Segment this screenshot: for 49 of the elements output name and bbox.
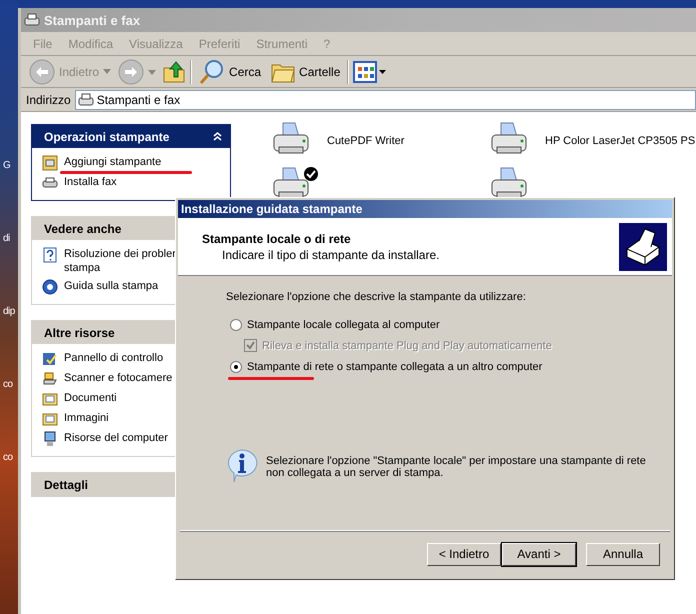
dialog-button[interactable]: Annulla (586, 542, 660, 566)
folder-up-icon[interactable] (162, 60, 186, 84)
radio-button[interactable] (230, 360, 242, 372)
task-link[interactable]: Documenti (42, 391, 226, 407)
folders-button[interactable]: Cartelle (268, 58, 344, 86)
printer-name[interactable]: HP Color LaserJet CP3505 PS (545, 134, 696, 146)
printer-icon (619, 222, 667, 270)
collapse-icon[interactable] (213, 132, 222, 141)
task-pane-title: Vedere anche (44, 222, 122, 236)
printer-name[interactable]: CutePDF Writer (327, 134, 404, 146)
info-text: Selezionare l'opzione "Stampante locale" per impostare una stampante di rete non collegata a un server di stampa. (266, 454, 647, 479)
task-link[interactable]: Pannello di controllo (42, 351, 226, 367)
prompt-text: Selezionare l'opzione che descrive la stampante da utilizzare: (226, 291, 527, 303)
dialog-title: Installazione guidata stampante (181, 202, 362, 216)
scanner-icon (42, 371, 58, 387)
printer-icon (24, 12, 40, 28)
task-link[interactable]: Aggiungi stampante (42, 155, 226, 171)
search-icon (199, 58, 226, 84)
task-pane-header[interactable]: Operazioni stampante (32, 125, 230, 148)
window-title: Stampanti e fax (44, 12, 140, 28)
task-link[interactable]: Scanner e fotocamere (42, 371, 226, 387)
desktop-icon-label: co (2, 452, 14, 463)
dialog-button[interactable]: Avanti > (502, 542, 576, 566)
dialog-button[interactable]: < Indietro (427, 542, 501, 566)
info-icon (226, 449, 258, 483)
task-pane-title: Altre risorse (44, 326, 115, 340)
computer-icon (42, 431, 58, 447)
views-icon[interactable] (353, 60, 388, 82)
task-pane-title: Operazioni stampante (44, 130, 170, 144)
task-link[interactable]: Guida sulla stampa (42, 279, 226, 295)
desktop-icon-label: co (2, 379, 14, 390)
printer-icon (78, 92, 94, 108)
dialog-subheading: Indicare il tipo di stampante da installare. (221, 248, 440, 262)
task-link[interactable]: Installa fax (42, 175, 226, 191)
address-field[interactable]: Stampanti e fax (74, 90, 696, 110)
forward-icon[interactable] (118, 58, 158, 84)
task-link[interactable]: Immagini (42, 411, 226, 427)
desktop-icon-label: dip (2, 306, 16, 317)
radio-option[interactable]: Stampante di rete o stampante collegata a un altro computer (226, 356, 670, 377)
task-link[interactable]: Risorse del computer (42, 431, 226, 447)
caret-icon (103, 69, 112, 74)
address-label: Indirizzo (26, 92, 71, 106)
help-document-icon (42, 247, 58, 263)
radio-button[interactable] (230, 318, 242, 330)
search-button[interactable]: Cerca (196, 58, 264, 86)
desktop-icon-label: di (2, 233, 11, 244)
control-panel-icon (42, 351, 58, 367)
desktop-icon-label: G (2, 160, 12, 171)
task-pane-title: Dettagli (44, 478, 88, 492)
